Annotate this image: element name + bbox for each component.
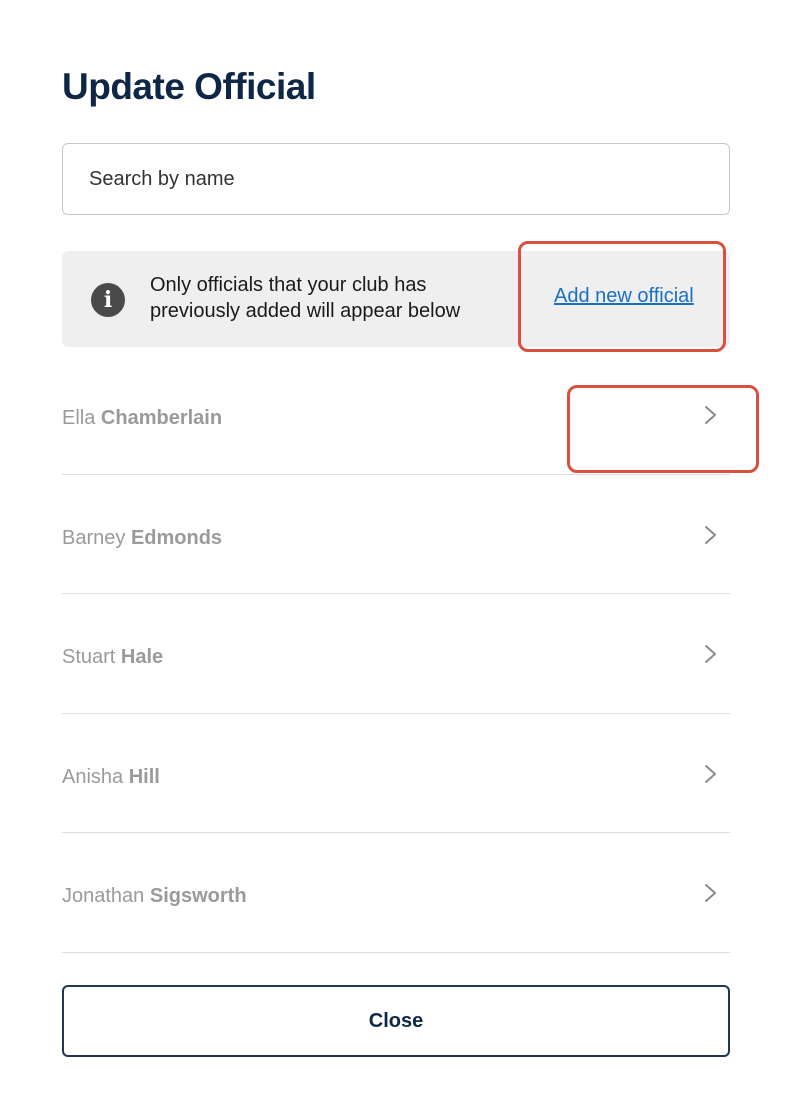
official-last-name: Edmonds [130, 526, 223, 549]
officials-list: Ella Chamberlain Barney Edmonds Stuart Hal… [62, 355, 730, 953]
chevron-right-icon[interactable] [704, 762, 718, 786]
official-last-name: Chamberlain [100, 407, 223, 429]
official-first-name: Ella [62, 407, 96, 429]
chevron-right-icon[interactable] [704, 881, 718, 905]
official-row[interactable]: Jonathan Sigsworth [62, 833, 730, 953]
official-first-name: Jonathan [62, 885, 145, 907]
official-name: Anisha Hill [62, 766, 160, 789]
add-new-official-link[interactable]: Add new official [554, 285, 694, 308]
modal-title: Update Official [62, 66, 316, 107]
official-last-name: Hill [128, 765, 160, 788]
official-last-name: Sigsworth [149, 885, 247, 907]
chevron-right-icon[interactable] [704, 523, 718, 547]
official-row[interactable]: Ella Chamberlain [62, 355, 730, 475]
update-official-modal: Update Official i Only officials that yo… [0, 0, 789, 1113]
official-name: Barney Edmonds [62, 527, 222, 550]
official-first-name: Barney [62, 526, 126, 549]
close-button[interactable]: Close [62, 985, 730, 1057]
chevron-right-icon[interactable] [704, 403, 718, 427]
official-name: Stuart Hale [62, 646, 163, 669]
official-name: Jonathan Sigsworth [62, 885, 247, 908]
chevron-right-icon[interactable] [704, 642, 718, 666]
info-icon: i [91, 283, 125, 317]
info-banner: i Only officials that your club has prev… [62, 251, 730, 347]
official-row[interactable]: Anisha Hill [62, 714, 730, 833]
official-row[interactable]: Stuart Hale [62, 594, 730, 714]
official-name: Ella Chamberlain [62, 407, 222, 430]
search-input[interactable] [62, 143, 730, 215]
official-first-name: Stuart [62, 646, 116, 668]
info-text: Only officials that your club has previo… [150, 274, 461, 322]
official-first-name: Anisha [62, 765, 124, 788]
official-last-name: Hale [120, 646, 164, 668]
official-row[interactable]: Barney Edmonds [62, 475, 730, 594]
